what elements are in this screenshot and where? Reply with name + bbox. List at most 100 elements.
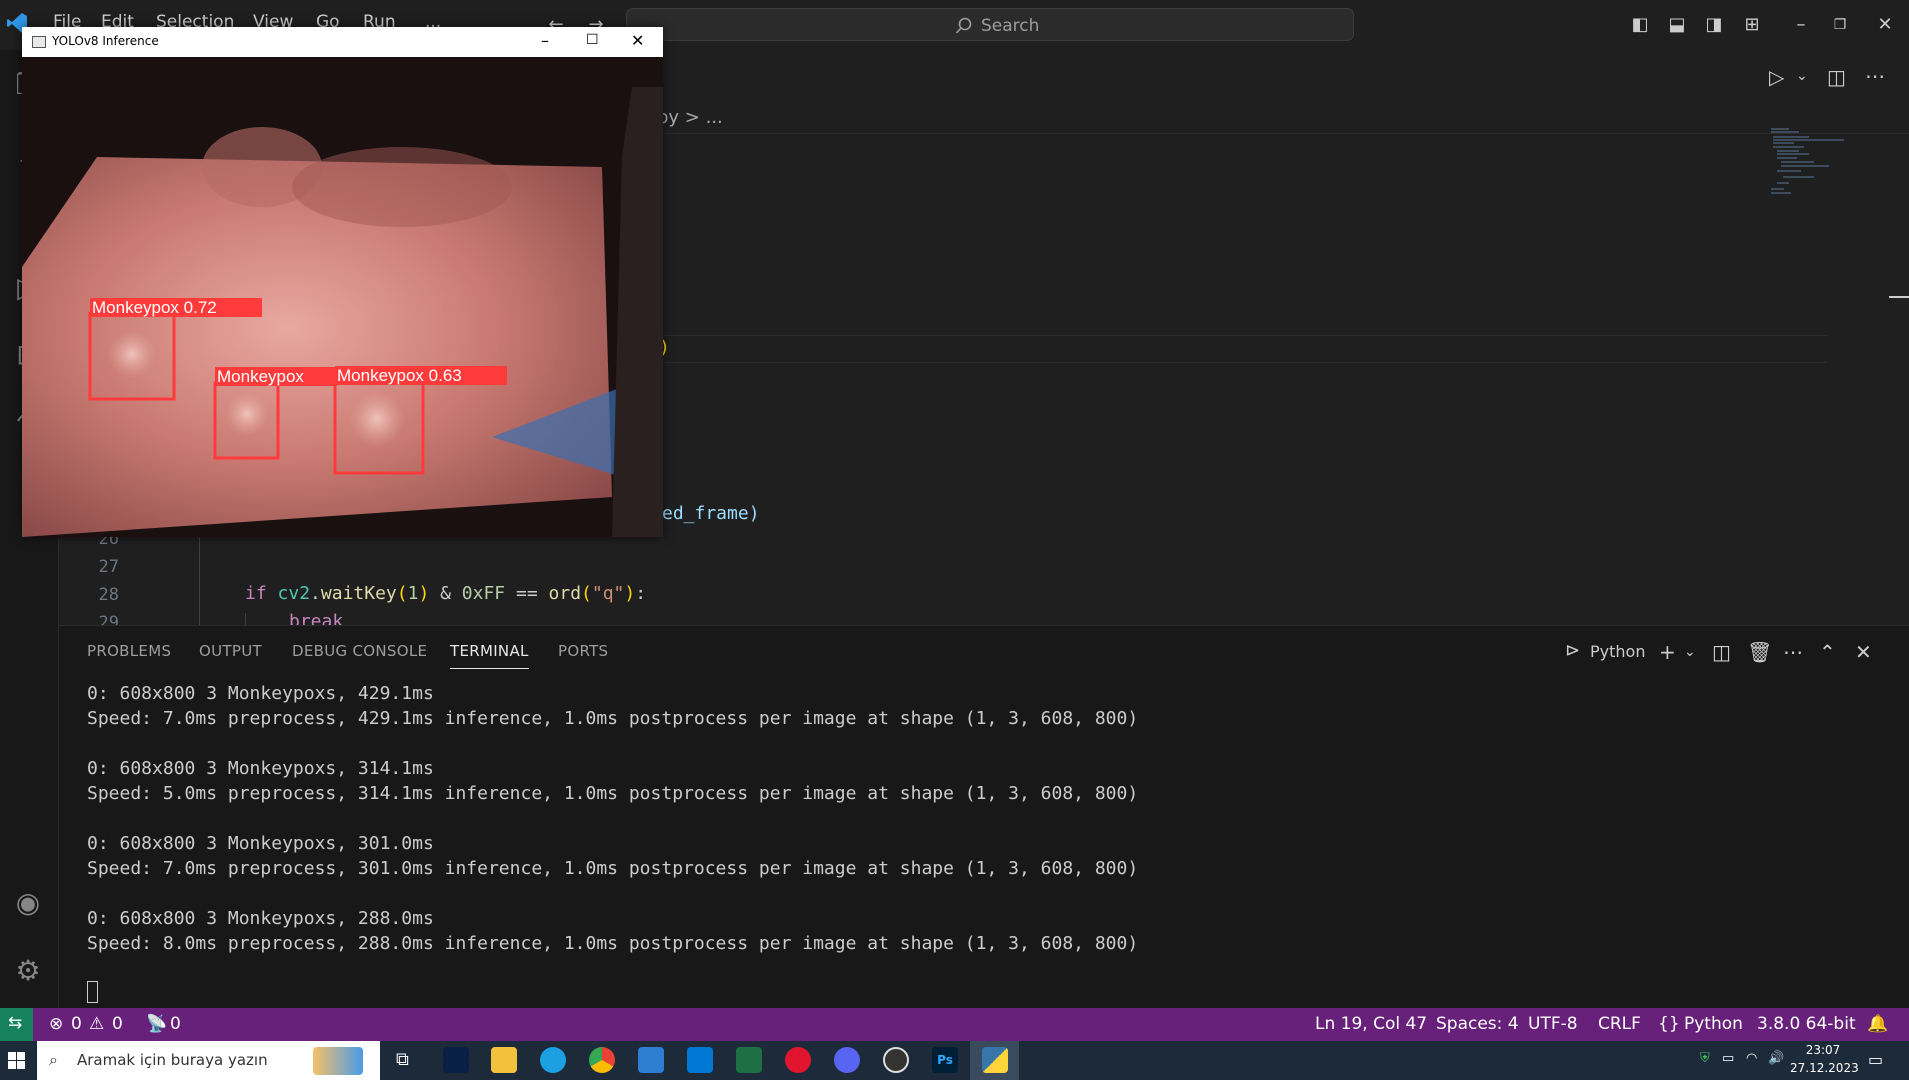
run-file-icon[interactable]: ▷ — [1769, 65, 1784, 89]
search-placeholder: Search — [981, 16, 1040, 36]
cursor-position[interactable]: Ln 19, Col 47 — [1315, 1014, 1427, 1034]
yolo-minimize-icon[interactable]: – — [541, 31, 549, 50]
tab-output[interactable]: OUTPUT — [199, 642, 262, 660]
warnings-count[interactable]: 0 — [112, 1014, 123, 1034]
split-terminal-icon[interactable]: ◫ — [1712, 640, 1731, 664]
yolo-inference-frame: Monkeypox 0.72 Monkeypox Monkeypox 0.63 — [22, 57, 663, 537]
opera-icon[interactable] — [785, 1047, 811, 1073]
manage-gear-icon[interactable]: ⚙ — [8, 951, 48, 991]
terminal-dropdown-chevron-icon[interactable]: ⌄ — [1684, 644, 1696, 660]
excel-icon[interactable] — [736, 1047, 762, 1073]
windows-start-icon[interactable] — [8, 1052, 25, 1069]
minimize-icon[interactable]: – — [1790, 14, 1812, 36]
more-actions-icon[interactable]: ⋯ — [1865, 64, 1885, 88]
detection-label: Monkeypox 0.63 — [337, 366, 462, 385]
vscode-taskbar-icon[interactable] — [687, 1047, 713, 1073]
battery-tray-icon[interactable]: ▭ — [1722, 1051, 1734, 1066]
chrome-icon[interactable] — [589, 1047, 615, 1073]
run-options-chevron-icon[interactable]: ⌄ — [1796, 68, 1808, 84]
terminal-profile-label[interactable]: Python — [1590, 642, 1645, 661]
terminal-line: 0: 608x800 3 Monkeypoxs, 314.1ms — [87, 758, 434, 779]
volume-tray-icon[interactable]: 🔊 — [1768, 1051, 1784, 1066]
new-terminal-plus-icon[interactable]: + — [1659, 640, 1676, 664]
terminal-cursor[interactable] — [87, 981, 98, 1003]
action-center-icon[interactable]: ▭ — [1868, 1050, 1883, 1069]
notifications-bell-icon[interactable]: 🔔 — [1867, 1014, 1888, 1034]
close-panel-icon[interactable]: ✕ — [1855, 640, 1872, 664]
code-line-29: break — [289, 611, 344, 625]
windows-taskbar: ⌕ Aramak için buraya yazın ⧉ Ps ⛨ ▭ ◠ 🔊 … — [0, 1041, 1909, 1080]
python-window-taskbar-active[interactable] — [970, 1041, 1019, 1080]
yolo-maximize-icon[interactable]: ☐ — [586, 32, 599, 48]
disney-plus-icon[interactable] — [443, 1047, 469, 1073]
yolo-window-title: YOLOv8 Inference — [52, 34, 159, 48]
errors-count[interactable]: 0 — [71, 1014, 82, 1034]
maximize-panel-chevron-up-icon[interactable]: ⌃ — [1819, 640, 1836, 664]
terminal-line: Speed: 8.0ms preprocess, 288.0ms inferen… — [87, 933, 1139, 954]
indentation[interactable]: Spaces: 4 — [1436, 1014, 1519, 1034]
scrollbar-marker — [1889, 296, 1909, 298]
toggle-primary-sidebar-icon[interactable]: ◧ — [1629, 14, 1651, 36]
command-center-search[interactable]: Search — [626, 8, 1354, 41]
tab-ports[interactable]: PORTS — [558, 642, 608, 660]
edge-icon[interactable] — [540, 1047, 566, 1073]
taskbar-search-box[interactable]: ⌕ Aramak için buraya yazın — [37, 1041, 380, 1080]
toggle-panel-icon[interactable]: ⬓ — [1666, 14, 1688, 36]
wifi-tray-icon[interactable]: ◠ — [1746, 1051, 1757, 1066]
obs-icon[interactable] — [883, 1047, 909, 1073]
status-bar: ⇆ ⊗ 0 ⚠ 0 📡 0 Ln 19, Col 47 Spaces: 4 UT… — [0, 1008, 1909, 1041]
minimap[interactable] — [1769, 125, 1889, 225]
taskbar-search-placeholder: Aramak için buraya yazın — [77, 1051, 268, 1069]
breadcrumb-path[interactable]: py > ... — [657, 107, 723, 128]
clock-time[interactable]: 23:07 — [1794, 1043, 1852, 1057]
restore-icon[interactable]: ❐ — [1829, 14, 1851, 36]
window-app-icon — [32, 36, 46, 48]
ports-icon[interactable]: 📡 — [146, 1014, 167, 1034]
yolo-close-icon[interactable]: ✕ — [631, 31, 644, 50]
warnings-icon[interactable]: ⚠ — [89, 1014, 104, 1034]
language-braces-icon[interactable]: {} — [1658, 1014, 1680, 1034]
clock-date[interactable]: 27.12.2023 — [1790, 1061, 1859, 1075]
remote-icon: ⇆ — [8, 1013, 23, 1033]
yolo-window-titlebar[interactable]: YOLOv8 Inference – ☐ ✕ — [22, 27, 663, 57]
line-number: 27 — [98, 557, 119, 577]
tab-debug-console[interactable]: DEBUG CONSOLE — [292, 642, 427, 660]
terminal-line: Speed: 7.0ms preprocess, 429.1ms inferen… — [87, 708, 1139, 729]
customize-layout-icon[interactable]: ⊞ — [1741, 14, 1763, 36]
discord-icon[interactable] — [834, 1047, 860, 1073]
photoshop-icon[interactable]: Ps — [932, 1047, 958, 1073]
terminal-line: 0: 608x800 3 Monkeypoxs, 288.0ms — [87, 908, 434, 929]
indent-guide — [245, 613, 246, 625]
toggle-secondary-sidebar-icon[interactable]: ◨ — [1703, 14, 1725, 36]
terminal-line: Speed: 5.0ms preprocess, 314.1ms inferen… — [87, 783, 1139, 804]
split-editor-icon[interactable]: ◫ — [1827, 65, 1846, 89]
close-icon[interactable]: ✕ — [1874, 14, 1896, 36]
remote-indicator[interactable]: ⇆ — [0, 1008, 33, 1041]
tab-terminal[interactable]: TERMINAL — [450, 642, 529, 669]
code-fragment-frame: ed_frame) — [662, 503, 760, 524]
terminal-line: 0: 608x800 3 Monkeypoxs, 301.0ms — [87, 833, 434, 854]
tab-problems[interactable]: PROBLEMS — [87, 642, 171, 660]
accounts-icon[interactable]: ◉ — [8, 883, 48, 923]
python-interpreter[interactable]: 3.8.0 64-bit — [1757, 1014, 1856, 1034]
ports-count[interactable]: 0 — [170, 1014, 181, 1034]
taskbar-search-icon: ⌕ — [49, 1050, 58, 1069]
defender-tray-icon[interactable]: ⛨ — [1700, 1051, 1710, 1066]
file-explorer-icon[interactable] — [491, 1047, 517, 1073]
terminal-icon[interactable]: ⊳ — [1565, 640, 1580, 661]
code-line-28: if cv2.waitKey(1) & 0xFF == ord("q"): — [245, 583, 647, 604]
prime-video-icon[interactable] — [638, 1047, 664, 1073]
panel-more-icon[interactable]: ⋯ — [1783, 640, 1803, 664]
language-mode[interactable]: Python — [1684, 1014, 1743, 1034]
trash-icon[interactable]: 🗑 — [1747, 640, 1772, 664]
indent-guide — [199, 529, 200, 625]
terminal-line: Speed: 7.0ms preprocess, 301.0ms inferen… — [87, 858, 1139, 879]
search-icon — [955, 17, 972, 34]
task-view-icon[interactable]: ⧉ — [396, 1049, 409, 1070]
current-line-highlight-bottom — [659, 362, 1827, 363]
end-of-line[interactable]: CRLF — [1598, 1014, 1641, 1034]
yolo-inference-window[interactable]: YOLOv8 Inference – ☐ ✕ Monkeypox 0.72 Mo… — [22, 27, 663, 537]
encoding[interactable]: UTF-8 — [1528, 1014, 1578, 1034]
current-line-highlight-top — [659, 335, 1827, 336]
errors-icon[interactable]: ⊗ — [49, 1014, 63, 1034]
